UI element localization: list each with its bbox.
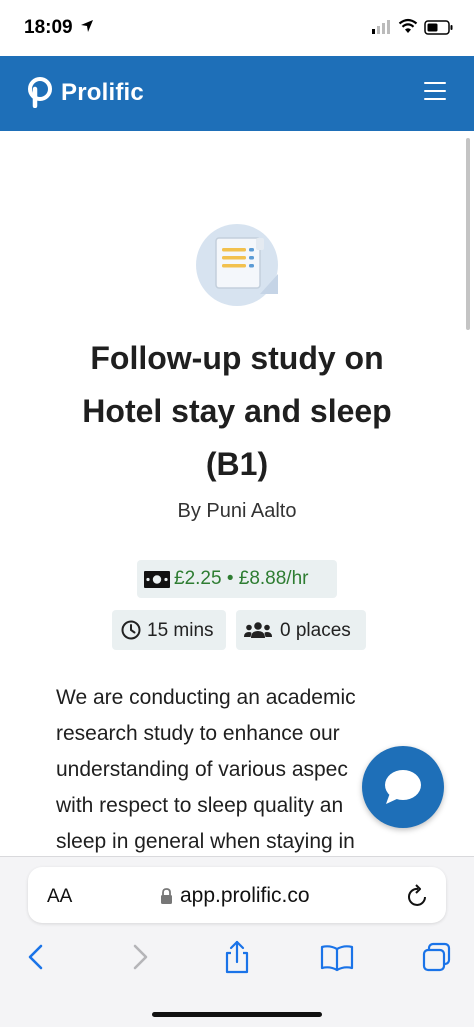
- chat-bubble-icon: [385, 770, 421, 804]
- back-icon[interactable]: [20, 940, 54, 974]
- status-time: 18:09: [24, 17, 73, 38]
- clock-icon: [121, 620, 141, 640]
- tabs-icon[interactable]: [420, 940, 454, 974]
- text-size-button[interactable]: AA: [47, 886, 72, 908]
- description-line: We are conducting an academic: [56, 686, 356, 709]
- study-description: We are conducting an academic research s…: [56, 680, 416, 860]
- battery-icon: [424, 20, 453, 35]
- study-title-line: Follow-up study on: [90, 340, 384, 376]
- description-line: sleep in general when staying in: [56, 830, 355, 853]
- lock-icon: [161, 888, 172, 904]
- menu-icon[interactable]: [424, 82, 446, 102]
- duration-badge: 15 mins: [112, 610, 226, 650]
- document-list-icon: [196, 224, 278, 306]
- reward-badge: £2.25 • £8.88/hr: [137, 560, 337, 598]
- wifi-icon: [398, 18, 418, 33]
- home-indicator: [152, 1012, 322, 1017]
- url-text[interactable]: app.prolific.co: [180, 884, 310, 908]
- users-icon: [244, 622, 272, 638]
- reward-text: £2.25 • £8.88/hr: [174, 568, 309, 589]
- reload-icon[interactable]: [407, 884, 429, 908]
- money-bill-icon: [144, 571, 170, 588]
- share-icon[interactable]: [220, 940, 254, 974]
- study-title-line: (B1): [205, 446, 269, 482]
- cellular-signal-icon: [372, 20, 390, 34]
- brand-name[interactable]: Prolific: [61, 79, 144, 107]
- description-line: research study to enhance our: [56, 722, 340, 745]
- places-badge: 0 places: [236, 610, 366, 650]
- status-bar: 18:09: [0, 0, 474, 56]
- chat-button[interactable]: [362, 746, 444, 828]
- prolific-logo-icon[interactable]: [24, 76, 56, 108]
- location-arrow-icon: [81, 20, 93, 32]
- places-text: 0 places: [280, 620, 351, 641]
- duration-text: 15 mins: [147, 620, 214, 641]
- study-title: Follow-up study on Hotel stay and sleep …: [20, 332, 454, 491]
- forward-icon[interactable]: [122, 940, 156, 974]
- study-author: By Puni Aalto: [177, 500, 297, 522]
- page-scrollbar[interactable]: [466, 138, 470, 330]
- bookmarks-icon[interactable]: [320, 940, 354, 974]
- study-title-line: Hotel stay and sleep: [82, 393, 392, 429]
